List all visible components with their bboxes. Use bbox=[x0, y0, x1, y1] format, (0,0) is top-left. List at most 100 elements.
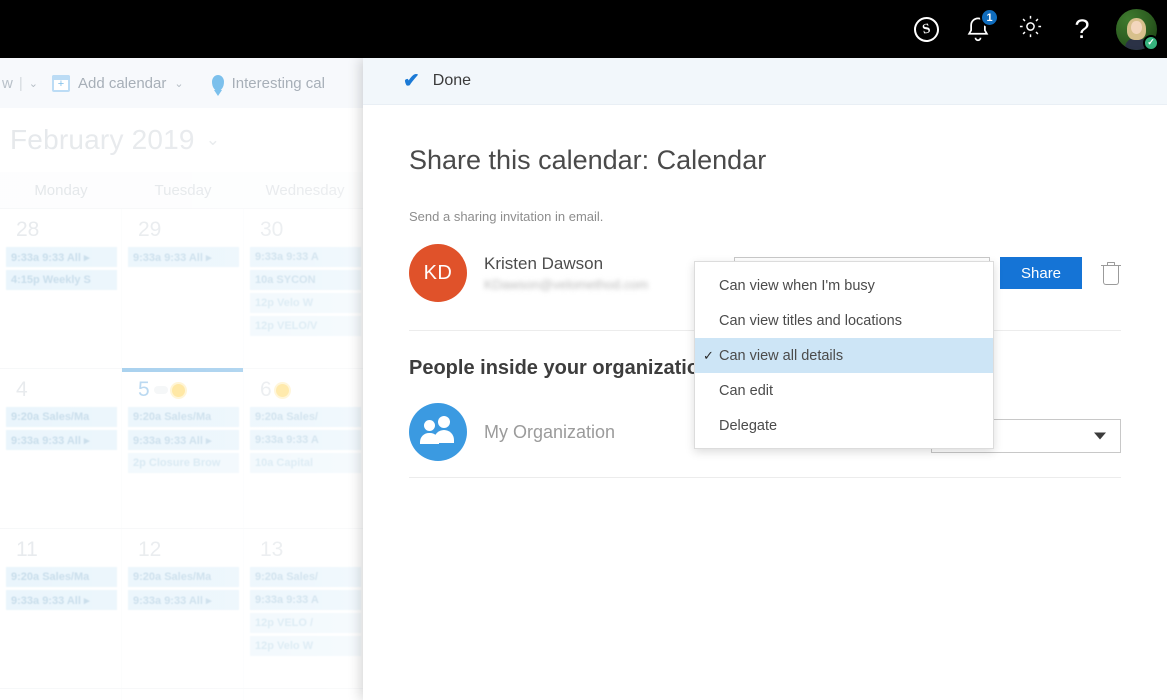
view-menu-button[interactable]: w | ⌄ bbox=[0, 75, 38, 92]
permission-menu-item-label: Can view when I'm busy bbox=[719, 277, 875, 294]
top-navigation-bar: S 1 ? ✓ bbox=[0, 0, 1167, 58]
calendar-event-chip[interactable]: 9:33a 9:33 A bbox=[250, 430, 361, 450]
calendar-day-cell[interactable]: 11 9:20a Sales/Ma 9:33a 9:33 All ▸ bbox=[0, 529, 122, 688]
calendar-event-chip[interactable]: 9:33a 9:33 All ▸ bbox=[6, 590, 117, 610]
calendar-day-cell[interactable]: 30 9:33a 9:33 A 10a SYCON 12p Velo W 12p VEL… bbox=[244, 209, 366, 368]
day-events: 9:20a Sales/Ma 9:33a 9:33 All ▸ bbox=[0, 405, 121, 450]
trash-icon[interactable] bbox=[1101, 261, 1121, 285]
calendar-day-cell[interactable]: 13 9:20a Sales/9:33a 9:33 A 12p VELO / 12p … bbox=[244, 529, 366, 688]
calendar-event-chip[interactable]: 4:15p Weekly S bbox=[6, 270, 117, 290]
calendar-event-chip[interactable]: 10a SYCON bbox=[250, 270, 361, 290]
calendar-event-chip[interactable]: 9:20a Sales/Ma bbox=[6, 567, 117, 587]
day-number: 12 bbox=[138, 538, 162, 561]
calendar-day-cell[interactable]: 12 9:20a Sales/Ma 9:33a 9:33 All ▸ bbox=[122, 529, 244, 688]
interesting-calendars-button[interactable]: Interesting cal bbox=[198, 58, 339, 108]
calendar-day-cell[interactable]: 4 9:20a Sales/Ma 9:33a 9:33 All ▸ bbox=[0, 369, 122, 528]
permission-menu-item[interactable]: Can view titles and locations bbox=[695, 303, 993, 338]
bell-icon: 1 bbox=[963, 8, 999, 44]
calendar-event-chip[interactable]: 9:33a 9:33 All ▸ bbox=[6, 430, 117, 450]
permission-menu-item-label: Delegate bbox=[719, 417, 778, 434]
interesting-calendars-label: Interesting cal bbox=[231, 74, 325, 92]
avatar[interactable]: ✓ bbox=[1116, 8, 1159, 51]
calendar-day-cell[interactable]: 29 9:33a 9:33 All ▸ bbox=[122, 209, 244, 368]
help-button[interactable]: ? bbox=[1058, 5, 1106, 53]
permission-menu-item-label: Can view titles and locations bbox=[719, 312, 902, 329]
calendar-event-chip[interactable]: 9:20a Sales/ bbox=[250, 567, 361, 587]
weather-sun-icon bbox=[171, 383, 185, 397]
day-number-row: 5 bbox=[122, 375, 243, 405]
share-button[interactable]: Share bbox=[1000, 257, 1082, 289]
calendar-day-cell[interactable]: 20 bbox=[244, 689, 366, 700]
gear-icon bbox=[1017, 13, 1044, 45]
calendar-day-cell[interactable]: 28 9:33a 9:33 All ▸ 4:15p Weekly S bbox=[0, 209, 122, 368]
calendar-event-chip[interactable]: 9:20a Sales/Ma bbox=[128, 407, 239, 427]
calendar-event-chip[interactable]: 9:20a Sales/ bbox=[250, 407, 361, 427]
skype-button[interactable]: S bbox=[902, 5, 950, 53]
calendar-event-chip[interactable]: 12p VELO / bbox=[250, 613, 361, 633]
day-number: 29 bbox=[138, 218, 162, 241]
day-number-row: 18 bbox=[0, 695, 121, 700]
day-number-row: 13 bbox=[244, 535, 365, 565]
day-number: 11 bbox=[16, 538, 38, 561]
permission-dropdown-menu[interactable]: Can view when I'm busy Can view titles an… bbox=[694, 261, 994, 449]
calendar-event-chip[interactable]: 9:33a 9:33 All ▸ bbox=[128, 247, 239, 267]
day-number-row: 12 bbox=[122, 535, 243, 565]
calendar-event-chip[interactable]: 12p VELO/V bbox=[250, 316, 361, 336]
calendar-day-cell[interactable]: 6 9:20a Sales/9:33a 9:33 A 10a Capital bbox=[244, 369, 366, 528]
person-head-front bbox=[424, 420, 435, 431]
calendar-event-chip[interactable]: 9:20a Sales/Ma bbox=[6, 407, 117, 427]
calendar-event-chip[interactable]: 12p Velo W bbox=[250, 293, 361, 313]
calendar-event-chip[interactable]: 9:20a Sales/Ma bbox=[128, 567, 239, 587]
topbar-icon-group: S 1 ? ✓ bbox=[902, 5, 1159, 53]
chevron-down-icon: ⌄ bbox=[174, 77, 184, 90]
day-events: 9:33a 9:33 All ▸ 4:15p Weekly S bbox=[0, 245, 121, 290]
day-events: 9:20a Sales/Ma 9:33a 9:33 All ▸ bbox=[122, 565, 243, 610]
settings-button[interactable] bbox=[1006, 5, 1054, 53]
notifications-button[interactable]: 1 bbox=[954, 5, 1002, 53]
panel-title: Share this calendar: Calendar bbox=[409, 145, 767, 175]
check-icon: ✔ bbox=[403, 70, 420, 92]
organization-people-icon bbox=[409, 403, 467, 461]
calendar-event-chip[interactable]: 9:33a 9:33 All ▸ bbox=[6, 247, 117, 267]
done-button[interactable]: Done bbox=[433, 72, 471, 90]
day-number: 13 bbox=[260, 538, 284, 561]
calendar-event-chip[interactable]: 9:33a 9:33 A bbox=[250, 247, 361, 267]
calendar-day-cell[interactable]: 18 bbox=[0, 689, 122, 700]
permission-menu-item[interactable]: ✓ Can view all details bbox=[695, 338, 993, 373]
calendar-event-chip[interactable]: 9:33a 9:33 All ▸ bbox=[128, 590, 239, 610]
calendar-event-chip[interactable]: 12p Velo W bbox=[250, 636, 361, 656]
permission-menu-item[interactable]: Delegate bbox=[695, 408, 993, 443]
avatar-face bbox=[1131, 20, 1142, 34]
day-of-week-header: Wednesday bbox=[265, 181, 345, 199]
day-of-week-header: Tuesday bbox=[154, 181, 212, 199]
day-number: 28 bbox=[16, 218, 40, 241]
calendar-day-cell[interactable]: 5 9:20a Sales/Ma 9:33a 9:33 All ▸ 2p Closur… bbox=[122, 368, 244, 528]
calendar-day-cell[interactable]: 19 bbox=[122, 689, 244, 700]
person-head-back bbox=[438, 416, 450, 428]
calendar-event-chip[interactable]: 2p Closure Brow bbox=[128, 453, 239, 473]
weather-cloud-icon bbox=[153, 386, 168, 394]
page-title[interactable]: February 2019 bbox=[10, 124, 195, 156]
day-number-row: 6 bbox=[244, 375, 365, 405]
permission-menu-item[interactable]: Can edit bbox=[695, 373, 993, 408]
chevron-down-icon bbox=[1094, 432, 1106, 440]
permission-menu-item[interactable]: Can view when I'm busy bbox=[695, 268, 993, 303]
calendar-event-chip[interactable]: 10a Capital bbox=[250, 453, 361, 473]
calendar-add-icon bbox=[51, 74, 70, 92]
day-events: 9:20a Sales/Ma 9:33a 9:33 All ▸ 2p Closure… bbox=[122, 405, 243, 473]
chevron-down-icon[interactable]: ⌄ bbox=[206, 130, 220, 150]
day-of-week-header: Monday bbox=[34, 181, 88, 199]
day-events: 9:20a Sales/9:33a 9:33 A 12p VELO / 12p Ve… bbox=[244, 565, 365, 656]
day-events: 9:33a 9:33 All ▸ bbox=[122, 245, 243, 267]
day-number-row: 19 bbox=[122, 695, 243, 700]
calendar-event-chip[interactable]: 9:33a 9:33 All ▸ bbox=[128, 430, 239, 450]
add-calendar-button[interactable]: Add calendar ⌄ bbox=[38, 58, 198, 108]
day-number: 5 bbox=[138, 378, 150, 401]
day-events: 9:33a 9:33 A 10a SYCON 12p Velo W 12p VELO/… bbox=[244, 245, 365, 336]
day-number-row: 30 bbox=[244, 215, 365, 245]
panel-subtitle: Send a sharing invitation in email. bbox=[409, 209, 604, 224]
day-number-row: 28 bbox=[0, 215, 121, 245]
add-calendar-label: Add calendar bbox=[77, 74, 167, 92]
calendar-event-chip[interactable]: 9:33a 9:33 A bbox=[250, 590, 361, 610]
day-events: 9:20a Sales/9:33a 9:33 A 10a Capital bbox=[244, 405, 365, 473]
